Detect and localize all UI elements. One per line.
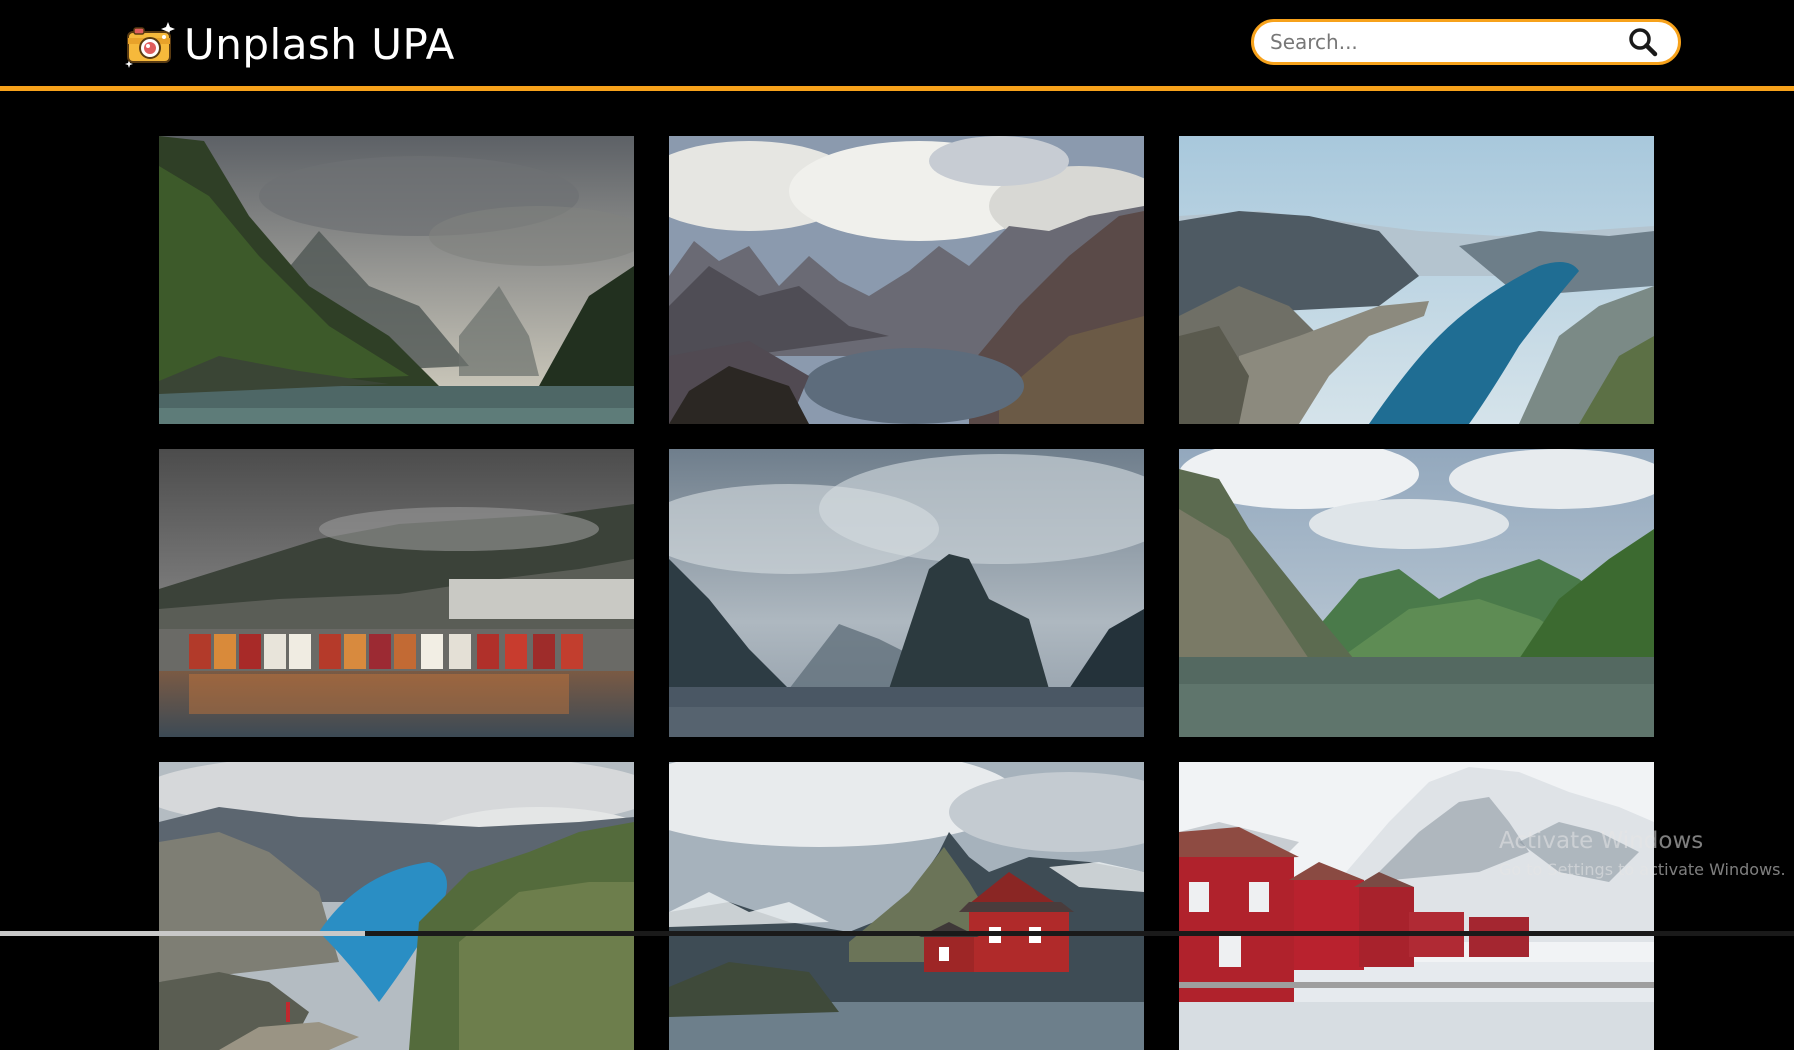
search-button[interactable]: [1626, 25, 1660, 59]
app-title: Unplash UPA: [184, 19, 455, 69]
photo-card[interactable]: [669, 449, 1144, 737]
watermark-subtitle: Go to Settings to activate Windows.: [1499, 860, 1786, 879]
photo-card[interactable]: [1179, 449, 1654, 737]
photo-gallery: [159, 136, 1655, 1050]
search-input[interactable]: [1268, 24, 1626, 60]
photo-card[interactable]: [669, 136, 1144, 424]
photo-card[interactable]: [159, 762, 634, 1050]
camera-icon: [125, 22, 175, 68]
photo-card[interactable]: [159, 449, 634, 737]
photo-card[interactable]: [159, 136, 634, 424]
photo-card[interactable]: [669, 762, 1144, 1050]
watermark-title: Activate Windows: [1499, 828, 1704, 854]
photo-card[interactable]: [1179, 136, 1654, 424]
scrollbar-thumb[interactable]: [0, 931, 365, 936]
brand-link[interactable]: Unplash UPA: [124, 14, 455, 74]
search-icon: [1629, 28, 1658, 57]
header-accent-line: [0, 86, 1794, 91]
os-activation-watermark: Activate Windows Go to Settings to activ…: [1499, 828, 1786, 879]
search-box: [1251, 19, 1681, 65]
photo-card[interactable]: [1179, 762, 1654, 1050]
